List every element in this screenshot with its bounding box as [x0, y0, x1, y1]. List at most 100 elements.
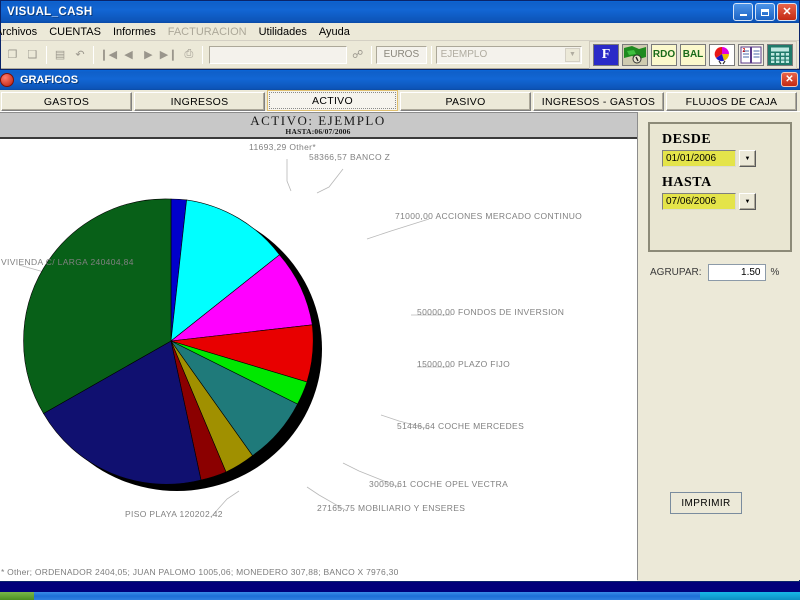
pie-chart-icon[interactable] [709, 43, 735, 66]
toolbar-separator [371, 45, 373, 64]
graficos-window: GRAFICOS ✕ GASTOS INGRESOS ACTIVO PASIVO… [0, 69, 800, 581]
menu-ayuda[interactable]: Ayuda [313, 25, 356, 39]
pie-label-acciones: 71000,00 ACCIONES MERCADO CONTINUO [395, 211, 583, 221]
first-record-button[interactable]: ❙◀ [98, 44, 118, 66]
print-button[interactable]: ⎙ [179, 44, 198, 66]
graficos-titlebar[interactable]: GRAFICOS ✕ [0, 70, 800, 90]
window-title: VISUAL_CASH [7, 6, 93, 18]
book-icon[interactable]: 2 [738, 43, 764, 66]
toolbar: ❐ ❑ ▤ ↶ ❙◀ ◀ ▶ ▶❙ ⎙ ☍ EUROS EJEMPLO ▼ F [1, 40, 799, 69]
close-icon: ✕ [782, 5, 792, 18]
save-button[interactable]: ▤ [51, 44, 70, 66]
menubar: Archivos CUENTAS Informes FACTURACION Ut… [0, 23, 799, 41]
map-icon-svg [623, 44, 647, 65]
calculator-icon[interactable] [767, 43, 793, 66]
maximize-button[interactable] [755, 3, 775, 21]
pie-label-other: 11693,29 Other* [249, 142, 316, 152]
pie-label-fondos: 50000,00 FONDOS DE INVERSION [417, 307, 565, 317]
tabstrip: GASTOS INGRESOS ACTIVO PASIVO INGRESOS -… [0, 90, 800, 112]
control-panel: DESDE 01/01/2006 ▼ HASTA 07/06/2006 ▼ AG… [638, 112, 800, 580]
chevron-down-icon: ▼ [744, 198, 751, 205]
desde-input[interactable]: 01/01/2006 [662, 150, 736, 167]
menu-cuentas[interactable]: CUENTAS [43, 25, 107, 39]
pie-chart-icon-svg [710, 44, 734, 65]
chevron-down-icon[interactable]: ▼ [565, 47, 580, 62]
search-input[interactable] [209, 45, 348, 64]
chart-footnote: * Other; ORDENADOR 2404,05; JUAN PALOMO … [1, 567, 399, 577]
pie-label-plazo-fijo: 15000,00 PLAZO FIJO [417, 359, 511, 369]
screen: VISUAL_CASH ✕ Archivos CUENTAS Informes … [0, 0, 800, 600]
pie-label-piso-playa: PISO PLAYA 120202,42 [125, 509, 223, 519]
agrupar-input[interactable]: 1.50 [707, 264, 766, 281]
tab-flujos-de-caja[interactable]: FLUJOS DE CAJA [666, 92, 797, 111]
desde-label: DESDE [662, 132, 712, 147]
binoculars-icon[interactable]: ☍ [348, 44, 367, 66]
pie-label-coche-mercedes: 51446,64 COCHE MERCEDES [397, 421, 525, 431]
prev-record-button[interactable]: ◀ [119, 44, 138, 66]
graficos-title: GRAFICOS [20, 74, 79, 86]
tab-gastos[interactable]: GASTOS [1, 92, 132, 111]
company-select-value: EJEMPLO [440, 49, 488, 60]
date-range-box: DESDE 01/01/2006 ▼ HASTA 07/06/2006 ▼ [648, 122, 792, 252]
toolbar-separator [45, 45, 47, 64]
maximize-icon [761, 8, 769, 16]
book-icon-svg: 2 [739, 44, 763, 65]
percent-label: % [770, 267, 780, 278]
chart-area: ACTIVO: EJEMPLO HASTA:06/07/2006 11693,2… [0, 112, 800, 581]
pie-chart-svg [18, 159, 451, 518]
agrupar-label: AGRUPAR: [650, 267, 702, 278]
tab-ingresos[interactable]: INGRESOS [134, 92, 265, 111]
chart-title: ACTIVO: EJEMPLO [250, 113, 386, 129]
agrupar-row: AGRUPAR: 1.50 % [650, 264, 779, 281]
hasta-row: 07/06/2006 ▼ [662, 193, 790, 210]
toolbar-separator [430, 45, 432, 64]
menu-utilidades[interactable]: Utilidades [253, 25, 313, 39]
calculator-icon-svg [768, 44, 792, 65]
window-controls: ✕ [733, 3, 797, 21]
chart-subtitle: HASTA:06/07/2006 [285, 127, 351, 137]
menu-informes[interactable]: Informes [107, 25, 162, 39]
close-icon: ✕ [785, 74, 794, 85]
desde-row: 01/01/2006 ▼ [662, 150, 790, 167]
tab-activo[interactable]: ACTIVO [267, 90, 398, 111]
next-record-button[interactable]: ▶ [139, 44, 158, 66]
pie-label-banco-z: 58366,57 BANCO Z [309, 152, 391, 162]
imprimir-button[interactable]: IMPRIMIR [670, 492, 742, 514]
taskbar[interactable] [0, 592, 800, 600]
undo-button[interactable]: ↶ [71, 44, 90, 66]
delete-button[interactable]: ❑ [23, 44, 42, 66]
currency-field[interactable]: EUROS [376, 45, 427, 64]
graficos-close-button[interactable]: ✕ [781, 72, 798, 87]
desde-dropdown-button[interactable]: ▼ [739, 150, 756, 167]
pie-label-mobiliario: 27165,75 MOBILIARIO Y ENSERES [317, 503, 466, 513]
new-button[interactable]: ❐ [3, 44, 22, 66]
toolbar-separator [202, 45, 204, 64]
hasta-dropdown-button[interactable]: ▼ [739, 193, 756, 210]
window-titlebar[interactable]: VISUAL_CASH ✕ [1, 1, 799, 23]
tab-ingresos-gastos[interactable]: INGRESOS - GASTOS [533, 92, 664, 111]
tab-pasivo[interactable]: PASIVO [400, 92, 531, 111]
minimize-icon [739, 14, 747, 16]
map-icon[interactable] [622, 43, 648, 66]
menu-facturacion: FACTURACION [167, 25, 247, 38]
close-button[interactable]: ✕ [777, 3, 797, 21]
start-button[interactable] [0, 592, 34, 600]
application-window: VISUAL_CASH ✕ Archivos CUENTAS Informes … [0, 0, 800, 582]
company-select[interactable]: EJEMPLO ▼ [435, 45, 582, 64]
chart-canvas-panel: ACTIVO: EJEMPLO HASTA:06/07/2006 11693,2… [0, 112, 638, 581]
svg-text:2: 2 [743, 48, 746, 54]
toolbar-separator [93, 45, 95, 64]
minimize-button[interactable] [733, 3, 753, 21]
hasta-input[interactable]: 07/06/2006 [662, 193, 736, 210]
pie-label-coche-opel: 30050,61 COCHE OPEL VECTRA [369, 479, 509, 489]
pie-label-vivienda: VIVIENDA C/ LARGA 240404,84 [1, 257, 134, 267]
menu-archivos[interactable]: Archivos [0, 25, 43, 39]
chevron-down-icon: ▼ [744, 155, 751, 162]
hasta-label: HASTA [662, 175, 712, 190]
toolbar-icon-group: F RDO BAL 2 [589, 40, 797, 69]
bal-icon[interactable]: BAL [680, 43, 706, 66]
system-tray[interactable] [700, 592, 800, 600]
last-record-button[interactable]: ▶❙ [159, 44, 179, 66]
rdo-icon[interactable]: RDO [651, 43, 677, 66]
f-icon[interactable]: F [593, 43, 619, 66]
